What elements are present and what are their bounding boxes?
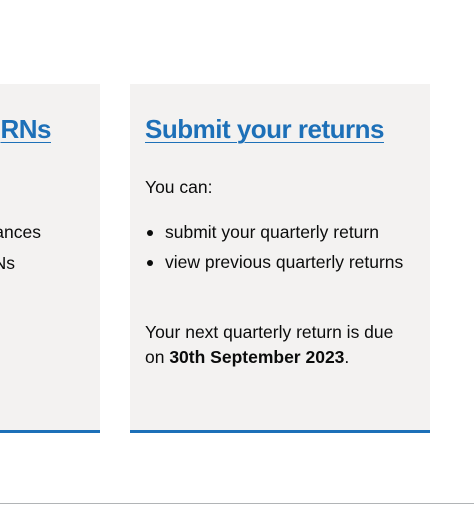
footer-divider bbox=[0, 503, 474, 504]
card-text: ances bbox=[0, 222, 41, 242]
card-intro: You can: bbox=[145, 177, 213, 197]
list-item: view previous quarterly returns bbox=[145, 250, 415, 275]
card-text: Ns bbox=[0, 253, 15, 273]
card-list: submit your quarterly return view previo… bbox=[145, 220, 415, 280]
submit-returns-link[interactable]: Submit your returns bbox=[145, 114, 384, 145]
due-date: 30th September 2023 bbox=[169, 347, 345, 367]
card-partial-left: RNs ances Ns bbox=[0, 84, 100, 433]
due-suffix: . bbox=[344, 347, 350, 367]
list-item: submit your quarterly return bbox=[145, 220, 415, 245]
due-date-text: Your next quarterly return is due on 30t… bbox=[145, 320, 415, 370]
card-title-link[interactable]: RNs bbox=[0, 114, 51, 145]
submit-returns-card: Submit your returns You can: submit your… bbox=[130, 84, 430, 433]
